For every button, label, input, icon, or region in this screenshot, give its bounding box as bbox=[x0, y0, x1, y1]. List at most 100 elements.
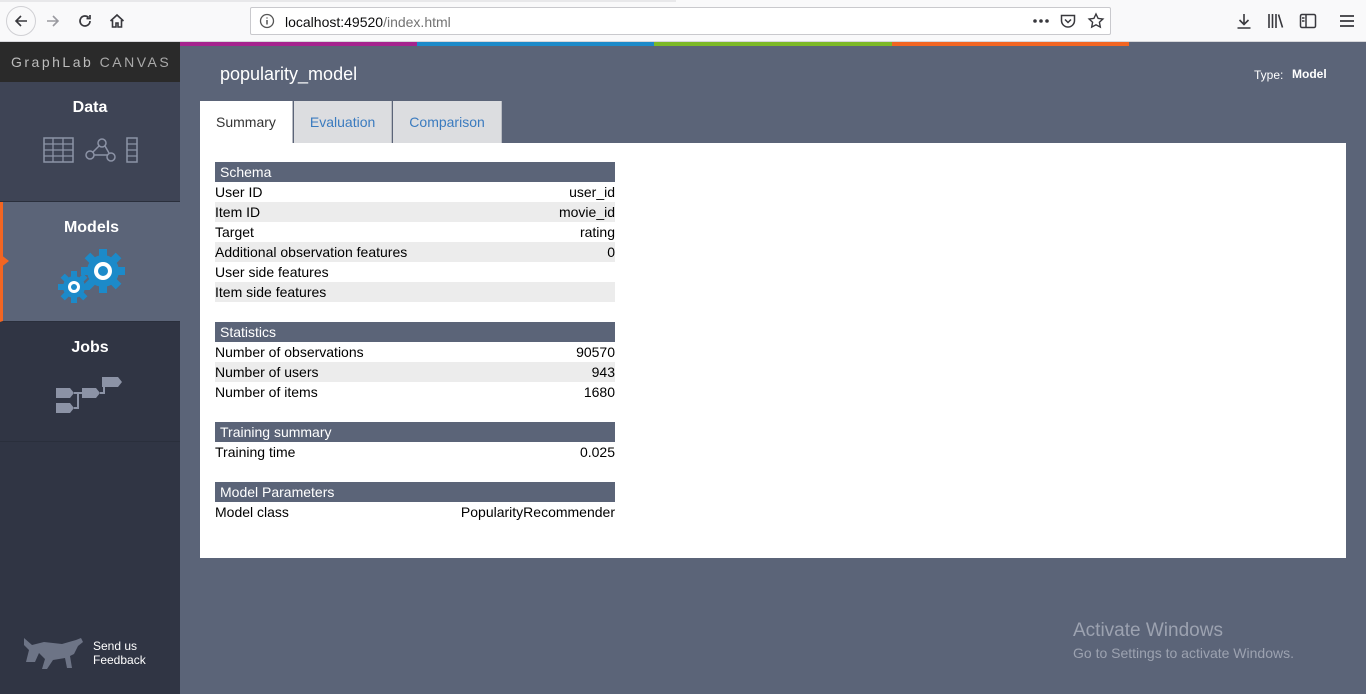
accent-segment bbox=[654, 42, 892, 46]
gears-icon bbox=[57, 249, 125, 303]
tab-comparison[interactable]: Comparison bbox=[393, 101, 502, 143]
training-rows: Training time 0.025 bbox=[215, 442, 615, 462]
row-value: PopularityRecommender bbox=[460, 504, 615, 520]
sidebar-item-label: Models bbox=[63, 219, 120, 236]
graph-icon bbox=[84, 138, 116, 162]
feedback-text[interactable]: Send us Feedback bbox=[93, 639, 146, 667]
type-label: Type: bbox=[1254, 68, 1284, 82]
row-value: 90570 bbox=[576, 344, 615, 360]
training-summary-section: Training summary Training time 0.025 bbox=[215, 422, 615, 462]
home-icon bbox=[109, 13, 125, 28]
arrow-left-icon bbox=[14, 15, 27, 27]
table-row: Item ID movie_id bbox=[215, 202, 615, 222]
table-row: Item side features bbox=[215, 282, 615, 302]
sidebar-item-models[interactable]: Models bbox=[0, 202, 180, 322]
row-value: rating bbox=[579, 224, 615, 240]
more-actions-icon[interactable] bbox=[1031, 11, 1051, 31]
url-path: /index.html bbox=[383, 14, 451, 30]
pocket-icon[interactable] bbox=[1059, 12, 1077, 30]
feedback-line1: Send us bbox=[93, 639, 138, 653]
tab-strip-edge bbox=[0, 0, 676, 2]
back-button[interactable] bbox=[6, 6, 36, 36]
brand-first: GraphLab bbox=[11, 54, 94, 70]
table-row: Number of users 943 bbox=[215, 362, 615, 382]
accent-segment bbox=[417, 42, 654, 46]
dog-logo-icon bbox=[24, 638, 83, 669]
model-parameters-section: Model Parameters Model class PopularityRe… bbox=[215, 482, 615, 522]
section-heading: Statistics bbox=[215, 322, 615, 342]
downloads-icon[interactable] bbox=[1234, 11, 1254, 31]
sidebar: GraphLab CANVAS Data Models Jobs Send us… bbox=[0, 42, 180, 694]
row-key: User side features bbox=[215, 264, 329, 280]
table-row: Training time 0.025 bbox=[215, 442, 615, 462]
table-row: Number of observations 90570 bbox=[215, 342, 615, 362]
section-heading: Training summary bbox=[215, 422, 615, 442]
bookmark-star-icon[interactable] bbox=[1087, 12, 1105, 30]
schema-rows: User ID user_id Item ID movie_id Target rat… bbox=[215, 182, 615, 302]
parameter-rows: Model class PopularityRecommender bbox=[215, 502, 615, 522]
row-key: User ID bbox=[215, 184, 263, 200]
sidebar-item-data[interactable]: Data bbox=[0, 82, 180, 202]
row-key: Model class bbox=[215, 504, 289, 520]
models-icons bbox=[3, 249, 180, 305]
row-key: Additional observation features bbox=[215, 244, 408, 260]
row-key: Number of users bbox=[215, 364, 319, 380]
tab-summary[interactable]: Summary bbox=[200, 101, 293, 143]
row-value: user_id bbox=[569, 184, 615, 200]
brand-logo: GraphLab CANVAS bbox=[0, 42, 180, 82]
brand-second: CANVAS bbox=[99, 54, 172, 70]
arrow-right-icon bbox=[47, 15, 60, 27]
row-key: Item ID bbox=[215, 204, 261, 220]
table-row: Target rating bbox=[215, 222, 615, 242]
send-feedback-link[interactable]: Send us Feedback bbox=[22, 632, 162, 676]
sidebar-item-label: Data bbox=[72, 99, 108, 116]
job-flow-icon bbox=[56, 377, 122, 413]
library-icon[interactable] bbox=[1266, 11, 1286, 31]
table-row: User ID user_id bbox=[215, 182, 615, 202]
activation-watermark-title: Activate Windows bbox=[1073, 620, 1223, 641]
row-value: 943 bbox=[591, 364, 615, 380]
table-icon bbox=[42, 137, 74, 163]
summary-panel: Schema User ID user_id Item ID movie_id Ta… bbox=[200, 143, 1346, 558]
table-row: User side features bbox=[215, 262, 615, 282]
row-key: Target bbox=[215, 224, 254, 240]
accent-color-bar bbox=[180, 42, 1366, 46]
jobs-icons bbox=[0, 377, 180, 419]
row-key: Training time bbox=[215, 444, 296, 460]
url-host: localhost:49520 bbox=[285, 14, 384, 30]
home-button[interactable] bbox=[104, 8, 130, 34]
statistics-section: Statistics Number of observations 90570 N… bbox=[215, 322, 615, 402]
type-value: Model bbox=[1292, 67, 1327, 81]
hamburger-menu-icon[interactable] bbox=[1337, 11, 1357, 31]
table-row: Model class PopularityRecommender bbox=[215, 502, 615, 522]
feedback-line2: Feedback bbox=[93, 653, 146, 667]
statistics-rows: Number of observations 90570 Number of us… bbox=[215, 342, 615, 402]
tab-bar: Summary Evaluation Comparison bbox=[200, 101, 503, 143]
browser-toolbar: localhost:49520/index.html bbox=[0, 0, 1366, 42]
url-bar[interactable]: localhost:49520/index.html bbox=[250, 7, 1111, 35]
info-icon[interactable] bbox=[259, 13, 275, 29]
url-text[interactable]: localhost:49520/index.html bbox=[285, 14, 451, 30]
schema-section: Schema User ID user_id Item ID movie_id Ta… bbox=[215, 162, 615, 302]
sidebar-toggle-icon[interactable] bbox=[1298, 11, 1318, 31]
page-title: popularity_model bbox=[220, 64, 358, 84]
row-value: 0 bbox=[607, 244, 615, 260]
row-key: Item side features bbox=[215, 284, 327, 300]
data-icons bbox=[0, 137, 180, 163]
table-row: Additional observation features 0 bbox=[215, 242, 615, 262]
reload-button[interactable] bbox=[72, 8, 98, 34]
section-heading: Schema bbox=[215, 162, 615, 182]
row-key: Number of items bbox=[215, 384, 318, 400]
sarray-icon bbox=[125, 137, 138, 163]
row-key: Number of observations bbox=[215, 344, 364, 360]
table-row: Number of items 1680 bbox=[215, 382, 615, 402]
tab-evaluation[interactable]: Evaluation bbox=[293, 101, 393, 143]
accent-segment bbox=[892, 42, 1129, 46]
sidebar-item-label: Jobs bbox=[71, 339, 109, 356]
row-value: movie_id bbox=[558, 204, 615, 220]
row-value: 1680 bbox=[583, 384, 615, 400]
accent-segment bbox=[1129, 42, 1366, 46]
activation-watermark-subtitle: Go to Settings to activate Windows. bbox=[1073, 645, 1294, 661]
sidebar-item-jobs[interactable]: Jobs bbox=[0, 322, 180, 442]
forward-button[interactable] bbox=[40, 8, 66, 34]
